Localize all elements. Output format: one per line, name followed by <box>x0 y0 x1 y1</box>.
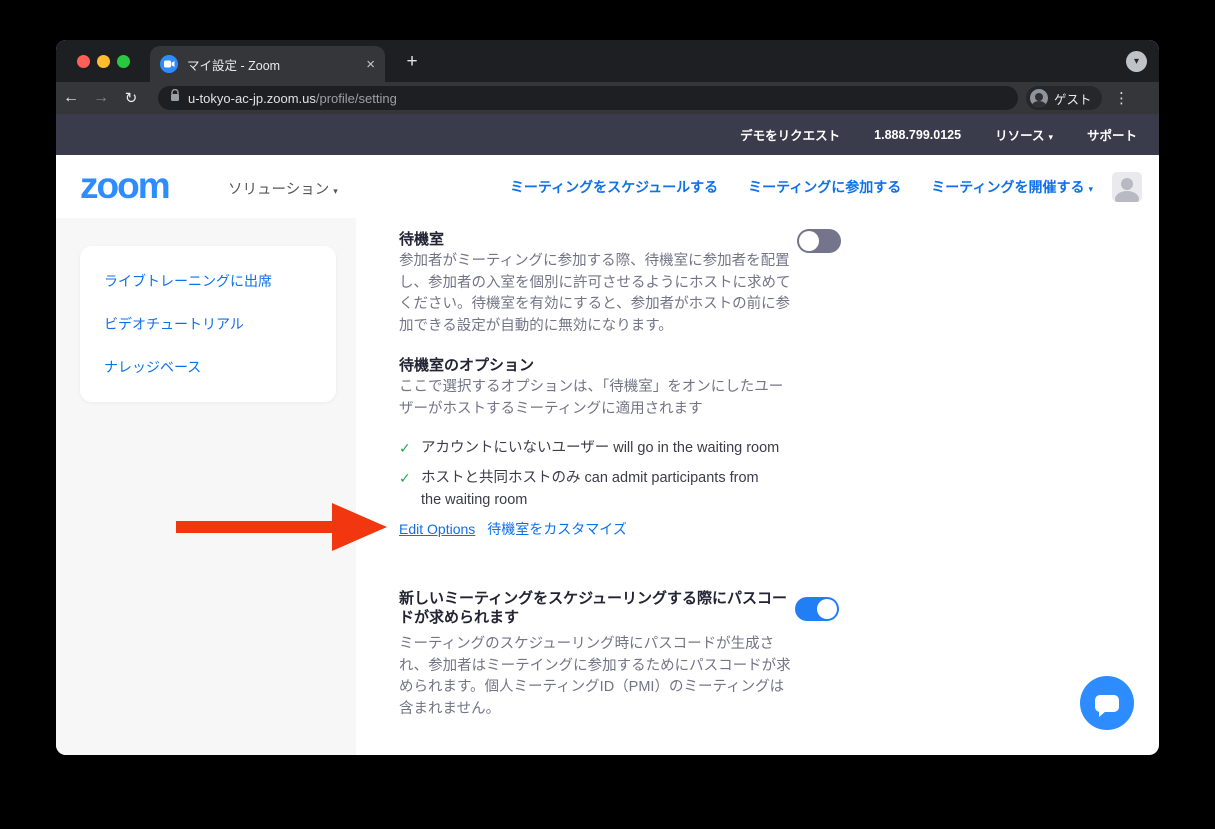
waiting-room-title: 待機室 <box>399 228 444 249</box>
check-icon: ✓ <box>399 467 411 489</box>
check-icon: ✓ <box>399 437 411 459</box>
passcode-title: 新しいミーティングをスケジューリングする際にパスコードが求められます <box>399 589 797 627</box>
option-item-guests: ✓ アカウントにいないユーザー will go in the waiting r… <box>399 437 781 459</box>
profile-guest-button[interactable]: ゲスト <box>1026 86 1102 110</box>
customize-waiting-room-link[interactable]: 待機室をカスタマイズ <box>487 519 627 539</box>
traffic-light-zoom[interactable] <box>117 55 130 68</box>
browser-menu-icon[interactable]: ⋮ <box>1112 89 1132 107</box>
site-header: zoom ソリューション▾ ミーティングをスケジュールする ミーティングに参加す… <box>56 155 1159 218</box>
guest-avatar-icon <box>1030 89 1048 107</box>
option-item-hosts: ✓ ホストと共同ホストのみ can admit participants fro… <box>399 467 781 511</box>
caret-down-icon: ▾ <box>1048 132 1053 142</box>
url-text: u-tokyo-ac-jp.zoom.us/profile/setting <box>188 91 397 106</box>
sidebar-link-knowledge-base[interactable]: ナレッジベース <box>104 357 312 377</box>
caret-down-icon: ▾ <box>1088 184 1093 194</box>
zoom-logo[interactable]: zoom <box>80 164 169 208</box>
toggle-knob <box>799 231 819 251</box>
waiting-room-description: 参加者がミーティングに参加する際、待機室に参加者を配置し、参加者の入室を個別に許… <box>399 251 795 337</box>
account-avatar[interactable] <box>1112 172 1142 202</box>
guest-label: ゲスト <box>1054 89 1092 108</box>
solutions-menu[interactable]: ソリューション▾ <box>228 178 338 199</box>
waiting-room-toggle[interactable] <box>797 229 841 253</box>
browser-tab[interactable]: マイ設定 - Zoom × <box>150 46 385 82</box>
host-meeting-link[interactable]: ミーティングを開催する▾ <box>931 177 1093 197</box>
traffic-light-close[interactable] <box>77 55 90 68</box>
browser-window: マイ設定 - Zoom × + ▾ ← → ↻ u-tokyo-ac-jp.zo… <box>56 40 1159 755</box>
sidebar-card: ライブトレーニングに出席 ビデオチュートリアル ナレッジベース <box>80 246 336 402</box>
chat-bubble-icon <box>1095 695 1119 712</box>
address-bar[interactable]: u-tokyo-ac-jp.zoom.us/profile/setting <box>158 86 1018 110</box>
passcode-description: ミーティングのスケジューリング時にパスコードが生成され、参加者はミーテイングに参… <box>399 634 795 720</box>
tab-search-icon[interactable]: ▾ <box>1126 51 1147 72</box>
topnav-resources[interactable]: リソース▾ <box>995 125 1053 144</box>
schedule-meeting-link[interactable]: ミーティングをスケジュールする <box>510 177 718 197</box>
site-topnav: デモをリクエスト 1.888.799.0125 リソース▾ サポート <box>56 114 1159 155</box>
caret-down-icon: ▾ <box>333 186 338 196</box>
reload-icon[interactable]: ↻ <box>116 89 146 107</box>
zoom-favicon-icon <box>160 55 178 73</box>
new-tab-button[interactable]: + <box>400 50 424 74</box>
lock-icon <box>170 89 180 107</box>
waiting-room-options-title: 待機室のオプション <box>399 354 534 375</box>
forward-icon[interactable]: → <box>86 89 116 107</box>
passcode-toggle[interactable] <box>795 597 839 621</box>
join-meeting-link[interactable]: ミーティングに参加する <box>748 177 901 197</box>
chat-fab-button[interactable] <box>1080 676 1134 730</box>
waiting-room-options-description: ここで選択するオプションは、「待機室」をオンにしたユーザーがホストするミーティン… <box>399 377 795 420</box>
options-links-row: Edit Options 待機室をカスタマイズ <box>399 519 627 539</box>
topnav-phone[interactable]: 1.888.799.0125 <box>874 128 961 142</box>
browser-toolbar: ← → ↻ u-tokyo-ac-jp.zoom.us/profile/sett… <box>56 82 1159 114</box>
tab-title: マイ設定 - Zoom <box>187 55 358 74</box>
header-links: ミーティングをスケジュールする ミーティングに参加する ミーティングを開催する▾ <box>510 155 1093 218</box>
toggle-knob <box>817 599 837 619</box>
back-icon[interactable]: ← <box>56 89 86 107</box>
edit-options-link[interactable]: Edit Options <box>399 521 475 537</box>
topnav-support[interactable]: サポート <box>1087 125 1137 144</box>
annotation-arrow <box>176 521 334 533</box>
sidebar-link-live-training[interactable]: ライブトレーニングに出席 <box>104 271 312 291</box>
topnav-request-demo[interactable]: デモをリクエスト <box>740 125 840 144</box>
traffic-light-minimize[interactable] <box>97 55 110 68</box>
annotation-arrow-head <box>332 503 387 551</box>
screenshot-canvas: マイ設定 - Zoom × + ▾ ← → ↻ u-tokyo-ac-jp.zo… <box>0 0 1215 829</box>
tab-close-icon[interactable]: × <box>366 56 375 73</box>
tab-strip: マイ設定 - Zoom × + ▾ <box>56 40 1159 82</box>
sidebar-link-video-tutorials[interactable]: ビデオチュートリアル <box>104 314 312 334</box>
